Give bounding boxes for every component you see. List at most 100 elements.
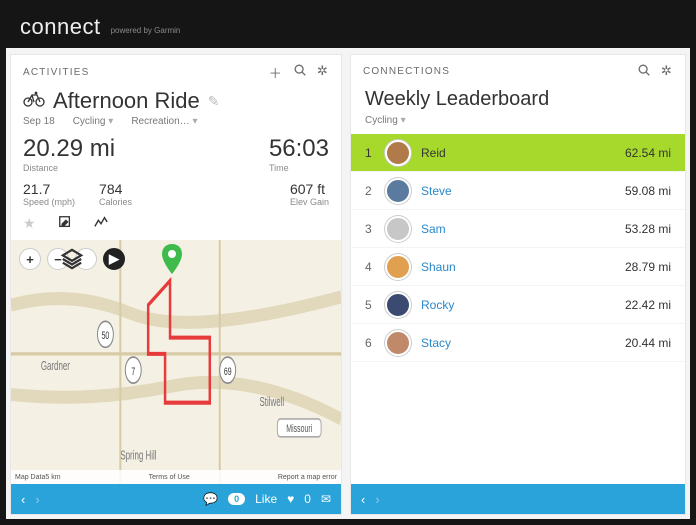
avatar: [385, 254, 411, 280]
time-value: 56:03: [269, 135, 329, 163]
activity-title: Afternoon Ride: [53, 88, 200, 114]
activity-tools: ★: [11, 209, 341, 240]
distance: 22.42 mi: [625, 298, 671, 312]
distance: 20.44 mi: [625, 336, 671, 350]
speed-label: Speed (mph): [23, 197, 75, 207]
prev-page-button[interactable]: ‹: [361, 492, 365, 507]
elev-label: Elev Gain: [290, 197, 329, 207]
search-icon[interactable]: [293, 63, 307, 82]
calories-stat: 784 Calories: [99, 181, 132, 207]
connections-header: CONNECTIONS ✲: [351, 55, 685, 84]
like-count: 0: [304, 492, 311, 506]
comment-count: 0: [228, 493, 245, 505]
avatar: [385, 330, 411, 356]
cycling-icon: [23, 91, 45, 112]
rank: 5: [365, 298, 383, 312]
prev-activity-button[interactable]: ‹: [21, 492, 25, 507]
map-controls: + − ▶: [19, 248, 125, 270]
primary-stats: 20.29 mi Distance 56:03 Time: [11, 133, 341, 175]
leaderboard-row[interactable]: 3Sam53.28 mi: [351, 210, 685, 248]
place-stilwell: Stilwell: [259, 395, 284, 409]
leaderboard-title: Weekly Leaderboard: [351, 84, 685, 113]
layers-button[interactable]: [75, 248, 97, 270]
activity-title-row: Afternoon Ride ✎: [11, 86, 341, 116]
road-50: 50: [102, 328, 110, 341]
share-icon[interactable]: ✉: [321, 492, 331, 506]
distance-stat: 20.29 mi Distance: [23, 135, 115, 173]
distance: 28.79 mi: [625, 260, 671, 274]
heart-icon[interactable]: ♥: [287, 492, 294, 506]
user-name[interactable]: Sam: [421, 222, 625, 236]
place-gardner: Gardner: [41, 359, 70, 373]
activities-header-label: ACTIVITIES: [23, 67, 89, 78]
avatar: [385, 292, 411, 318]
panels: ACTIVITIES ＋ ✲ Afternoon Ride ✎ Sep 18: [6, 48, 690, 519]
road-69: 69: [224, 364, 232, 377]
secondary-stats: 21.7 Speed (mph) 784 Calories 607 ft Ele…: [11, 175, 341, 209]
add-icon[interactable]: ＋: [269, 63, 283, 82]
sport-dropdown[interactable]: Cycling: [73, 116, 114, 127]
map-terms[interactable]: Terms of Use: [61, 474, 278, 481]
elev-value: 607 ft: [290, 181, 329, 197]
user-name[interactable]: Reid: [421, 146, 625, 160]
edit-icon[interactable]: [58, 215, 72, 232]
user-name[interactable]: Shaun: [421, 260, 625, 274]
next-page-button[interactable]: ›: [375, 492, 379, 507]
distance-value: 20.29 mi: [23, 135, 115, 163]
leaderboard-filter[interactable]: Cycling: [351, 113, 685, 134]
time-label: Time: [269, 163, 329, 173]
avatar: [385, 216, 411, 242]
leaderboard-row[interactable]: 2Steve59.08 mi: [351, 172, 685, 210]
activity-date: Sep 18: [23, 116, 55, 127]
rank: 4: [365, 260, 383, 274]
calories-label: Calories: [99, 197, 132, 207]
speed-stat: 21.7 Speed (mph): [23, 181, 75, 207]
map-footer: Map Data 5 km Terms of Use Report a map …: [11, 470, 341, 484]
distance-label: Distance: [23, 163, 115, 173]
like-label[interactable]: Like: [255, 492, 277, 506]
user-name[interactable]: Steve: [421, 184, 625, 198]
activity-subrow: Sep 18 Cycling Recreation…: [11, 116, 341, 133]
topbar: connect powered by Garmin: [6, 6, 690, 48]
activities-header: ACTIVITIES ＋ ✲: [11, 55, 341, 86]
gear-icon[interactable]: ✲: [317, 63, 329, 82]
edit-title-icon[interactable]: ✎: [208, 93, 220, 110]
rank: 1: [365, 146, 383, 160]
activities-header-actions: ＋ ✲: [269, 63, 329, 82]
speed-value: 21.7: [23, 181, 75, 197]
calories-value: 784: [99, 181, 132, 197]
avatar: [385, 178, 411, 204]
user-name[interactable]: Stacy: [421, 336, 625, 350]
leaderboard-list: 1Reid62.54 mi2Steve59.08 mi3Sam53.28 mi4…: [351, 134, 685, 484]
user-name[interactable]: Rocky: [421, 298, 625, 312]
brand-tagline: powered by Garmin: [111, 26, 181, 35]
leaderboard-row[interactable]: 5 Rocky22.42 mi: [351, 286, 685, 324]
comment-icon[interactable]: 💬: [203, 492, 218, 506]
rank: 6: [365, 336, 383, 350]
gear-icon[interactable]: ✲: [661, 63, 673, 80]
chart-icon[interactable]: [94, 215, 108, 232]
next-activity-button[interactable]: ›: [35, 492, 39, 507]
leaderboard-row[interactable]: 4 Shaun28.79 mi: [351, 248, 685, 286]
category-dropdown[interactable]: Recreation…: [131, 116, 197, 127]
map-pin-icon: [161, 244, 183, 274]
distance: 62.54 mi: [625, 146, 671, 160]
activities-footer: ‹ › 💬 0 Like ♥ 0 ✉: [11, 484, 341, 514]
rank: 2: [365, 184, 383, 198]
favorite-icon[interactable]: ★: [23, 215, 36, 232]
road-7: 7: [131, 364, 135, 377]
map-data-label: Map Data: [15, 474, 45, 481]
leaderboard-row[interactable]: 6 Stacy20.44 mi: [351, 324, 685, 362]
search-icon[interactable]: [637, 63, 651, 80]
map-report[interactable]: Report a map error: [278, 474, 337, 481]
route-map[interactable]: 50 7 69 Gardner Spring Hill Stilwell Mis…: [11, 240, 341, 484]
avatar: [385, 140, 411, 166]
app-frame: connect powered by Garmin ACTIVITIES ＋ ✲: [0, 0, 696, 525]
connections-header-label: CONNECTIONS: [363, 66, 450, 77]
connections-header-actions: ✲: [637, 63, 673, 80]
distance: 53.28 mi: [625, 222, 671, 236]
leaderboard-row[interactable]: 1 Reid62.54 mi: [351, 134, 685, 172]
connections-footer: ‹ ›: [351, 484, 685, 514]
place-springhill: Spring Hill: [120, 449, 156, 463]
map-scale: 5 km: [45, 474, 60, 481]
